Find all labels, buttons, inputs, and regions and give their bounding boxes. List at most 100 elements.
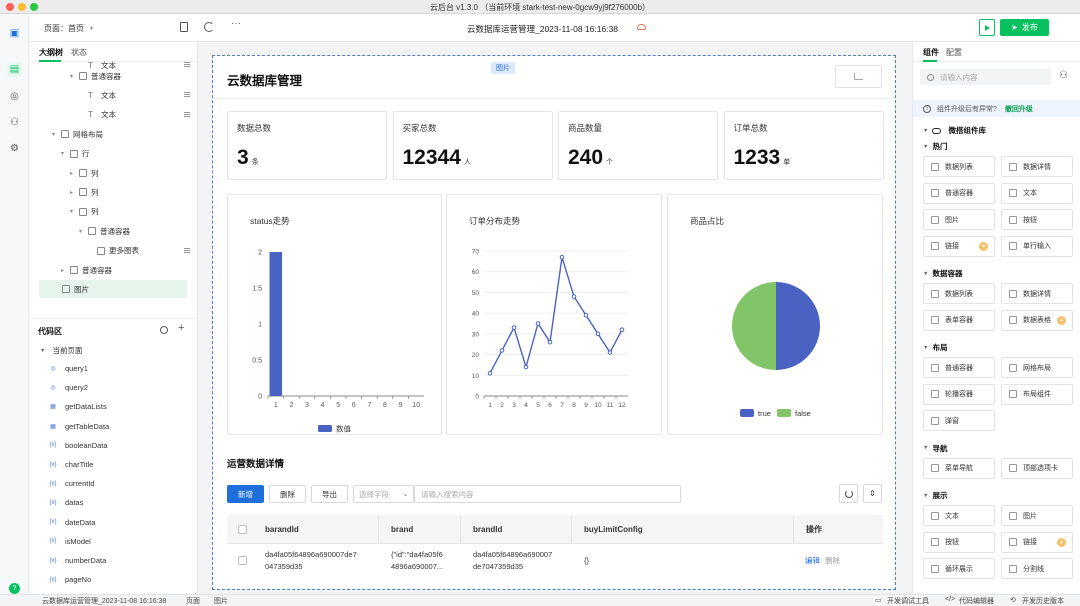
data-point[interactable] <box>511 325 517 330</box>
tree-node[interactable]: 图片 <box>39 280 187 299</box>
field-select[interactable]: 选择字段 ⌄ <box>353 485 414 503</box>
image-placeholder[interactable] <box>835 65 882 88</box>
component-item[interactable]: 普通容器 <box>923 357 995 378</box>
column-height-button[interactable]: ⇕ <box>863 484 882 503</box>
row-checkbox[interactable] <box>237 556 247 565</box>
code-item[interactable]: {x} pageNo <box>47 570 91 589</box>
library-header[interactable]: ▼ 微搭组件库 <box>923 125 986 136</box>
component-item[interactable]: 顶部选项卡 <box>1001 457 1073 479</box>
component-section-header[interactable]: ▼ 展示 <box>923 490 947 501</box>
component-item[interactable]: 按钮 <box>1001 209 1073 230</box>
data-point[interactable] <box>499 348 505 353</box>
caret-down-icon[interactable]: ▾ <box>61 150 67 157</box>
code-item[interactable]: ▦ getDataLists <box>47 397 107 416</box>
tree-node[interactable]: ▾ 网格布局 <box>29 125 197 143</box>
tree-node[interactable]: T 文本 <box>29 86 197 104</box>
component-section-header[interactable]: ▼ 数据容器 <box>923 268 962 279</box>
component-search-input[interactable]: 请输入内容 <box>920 69 1051 85</box>
caret-down-icon[interactable]: ▾ <box>79 228 85 235</box>
component-item[interactable]: 图片 <box>923 209 995 230</box>
component-item[interactable]: 链接 ▲ <box>1001 531 1073 553</box>
component-item[interactable]: 普通容器 <box>923 182 995 204</box>
data-point[interactable] <box>547 339 553 345</box>
component-item[interactable]: 数据详情 <box>1001 156 1073 177</box>
select-all-checkbox[interactable] <box>237 524 247 534</box>
data-point[interactable] <box>535 321 541 326</box>
caret-right-icon[interactable]: ▸ <box>70 189 76 196</box>
code-item[interactable]: {x} numberData <box>47 551 106 570</box>
component-item[interactable]: 网格布局 <box>1001 357 1073 378</box>
tree-node[interactable]: ▾ 普通容器 <box>29 222 197 240</box>
component-item[interactable]: 文本 <box>923 505 995 526</box>
component-item[interactable]: 循环展示 <box>923 558 995 579</box>
bar[interactable] <box>269 252 283 396</box>
component-item[interactable]: 布局组件 <box>1001 383 1073 405</box>
tab-config[interactable]: 配置 <box>946 47 962 58</box>
component-item[interactable]: 数据表格 ▲ <box>1001 309 1073 331</box>
component-item[interactable]: 轮播容器 <box>923 383 995 405</box>
data-point[interactable] <box>583 312 589 318</box>
people-icon[interactable]: ⚇ <box>1059 70 1068 81</box>
tree-node[interactable]: ▸ 普通容器 <box>29 261 197 279</box>
app-icon[interactable]: ▣ <box>7 26 22 41</box>
data-point[interactable] <box>595 331 601 337</box>
drag-handle-icon[interactable] <box>184 111 190 117</box>
refresh-table-button[interactable] <box>839 484 858 503</box>
publish-button[interactable]: ➤ 发布 <box>1000 19 1049 36</box>
component-item[interactable]: 图片 <box>1001 505 1073 526</box>
code-item[interactable]: ◎ query2 <box>47 378 88 397</box>
edit-link[interactable]: 编辑 <box>805 555 820 567</box>
drag-handle-icon[interactable] <box>184 92 190 98</box>
new-page-icon[interactable] <box>180 22 188 32</box>
caret-down-icon[interactable]: ▾ <box>70 73 76 80</box>
tree-node[interactable]: ▸ 列 <box>29 164 197 182</box>
refresh-icon[interactable] <box>204 22 214 32</box>
tree-node[interactable]: T 文本 <box>29 106 197 124</box>
cloud-sync-icon[interactable] <box>637 24 646 30</box>
people-icon[interactable]: ⚇ <box>7 115 22 130</box>
component-item[interactable]: 数据详情 <box>1001 283 1073 304</box>
code-root[interactable]: ▼ 当前页面 <box>40 345 82 356</box>
delete-button[interactable]: 删除 <box>269 485 306 503</box>
tree-node[interactable]: ▾ 列 <box>29 203 197 221</box>
page-preview[interactable]: 云数据库管理 数据总数 3 条买家总数 12344 人商品数量 240 个订单总数 1233 单… <box>212 55 896 590</box>
pie-slice[interactable] <box>732 282 776 370</box>
component-item[interactable]: 按钮 <box>923 531 995 553</box>
data-point[interactable] <box>607 350 613 355</box>
help-icon[interactable]: ? <box>9 583 20 594</box>
delete-link[interactable]: 删除 <box>825 555 840 567</box>
export-button[interactable]: 导出 <box>311 485 348 503</box>
data-point[interactable] <box>487 370 493 376</box>
component-item[interactable]: 数据列表 <box>923 156 995 177</box>
component-item[interactable]: 链接 ▲ <box>923 235 995 257</box>
component-section-header[interactable]: ▼ 布局 <box>923 342 947 353</box>
more-icon[interactable]: ··· <box>231 18 241 29</box>
component-item[interactable]: 文本 <box>1001 182 1073 204</box>
preview-button[interactable] <box>979 19 995 36</box>
caret-down-icon[interactable]: ▾ <box>70 208 76 215</box>
component-item[interactable]: 分割线 <box>1001 558 1073 579</box>
tree-node[interactable]: 更多图表 <box>29 242 197 260</box>
component-item[interactable]: 表单容器 <box>923 309 995 331</box>
component-item[interactable]: 菜单导航 <box>923 457 995 479</box>
code-item[interactable]: {x} isModel <box>47 532 90 551</box>
component-section-header[interactable]: ▼ 热门 <box>923 141 947 152</box>
data-point[interactable] <box>559 254 565 260</box>
tab-components[interactable]: 组件 <box>923 47 939 58</box>
code-item[interactable]: ▦ getTableData <box>47 417 109 436</box>
component-item[interactable]: 单行输入 <box>1001 235 1073 257</box>
caret-right-icon[interactable]: ▸ <box>61 267 67 274</box>
component-item[interactable]: 数据列表 <box>923 283 995 304</box>
caret-right-icon[interactable]: ▸ <box>70 170 76 177</box>
tree-node[interactable]: ▾ 普通容器 <box>29 67 197 85</box>
pie-slice[interactable] <box>776 282 820 370</box>
drag-handle-icon[interactable] <box>184 247 190 253</box>
code-item[interactable]: {x} booleanData <box>47 436 107 455</box>
data-point[interactable] <box>619 327 625 333</box>
tree-node[interactable]: ▾ 行 <box>29 145 197 163</box>
code-item[interactable]: {x} datas <box>47 493 83 512</box>
code-item[interactable]: {x} charTitle <box>47 455 93 474</box>
add-icon[interactable]: + <box>178 322 184 334</box>
settings-icon[interactable]: ⚙ <box>7 141 22 156</box>
tree-node[interactable]: ▸ 列 <box>29 183 197 201</box>
